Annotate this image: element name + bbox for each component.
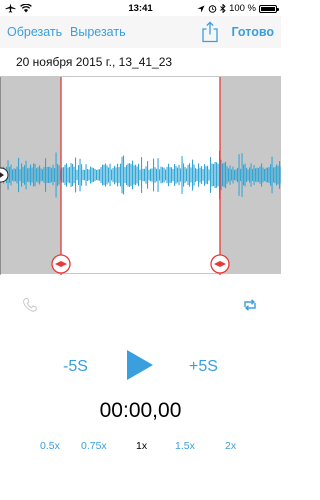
playback-timer: 00:00,00	[99, 399, 182, 422]
alarm-icon	[208, 5, 217, 13]
skip-forward-button[interactable]: +5S	[189, 358, 218, 376]
waveform	[0, 77, 281, 275]
skip-back-button[interactable]: -5S	[63, 358, 88, 376]
battery-icon	[259, 4, 279, 13]
battery-percent: 100 %	[229, 3, 256, 14]
repeat-icon[interactable]	[242, 298, 258, 312]
waveform-editor[interactable]	[0, 76, 281, 275]
bluetooth-icon	[220, 4, 226, 13]
recording-title: 20 ноября 2015 г., 13_41_23	[16, 55, 173, 69]
speed-option[interactable]: 2x	[225, 440, 236, 452]
phone-icon[interactable]	[22, 297, 38, 313]
share-icon[interactable]	[200, 21, 220, 43]
speed-option[interactable]: 0.5x	[40, 440, 60, 452]
speed-selector: 0.5x 0.75x 1x 1.5x 2x	[0, 440, 281, 454]
edit-toolbar: Обрезать Вырезать Готово	[0, 16, 281, 48]
status-right: 100 %	[197, 3, 279, 14]
done-button[interactable]: Готово	[231, 25, 274, 39]
cut-button[interactable]: Вырезать	[70, 25, 126, 39]
speed-option-selected[interactable]: 1x	[136, 440, 147, 452]
speed-option[interactable]: 0.75x	[81, 440, 107, 452]
trim-button[interactable]: Обрезать	[7, 25, 62, 39]
location-icon	[197, 5, 205, 12]
trim-end-handle[interactable]	[210, 254, 230, 274]
trim-start-handle[interactable]	[51, 254, 71, 274]
status-bar: 13:41 100 %	[0, 0, 281, 16]
speed-option[interactable]: 1.5x	[175, 440, 195, 452]
play-icon[interactable]	[126, 349, 154, 381]
